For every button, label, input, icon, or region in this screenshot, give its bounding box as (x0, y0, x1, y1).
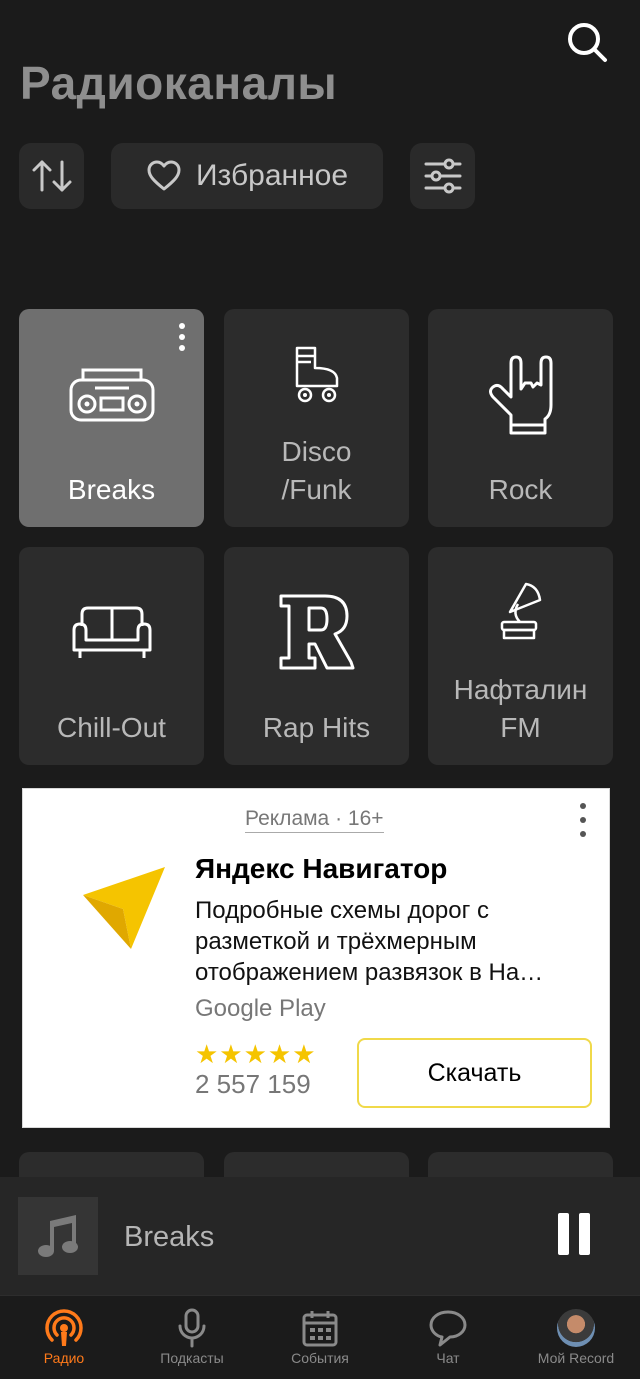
search-icon (568, 23, 607, 62)
page-title: Радиоканалы (20, 57, 338, 109)
ad-banner[interactable]: Реклама · 16+ Яндекс Навигатор Подробные… (22, 788, 610, 1128)
now-playing-title: Breaks (124, 1221, 215, 1253)
station-tile-rock[interactable]: Rock (428, 309, 613, 527)
favorites-button[interactable]: Избранное (111, 143, 383, 209)
station-label: Chill-Out (57, 712, 166, 743)
radio-icon (45, 1309, 83, 1346)
nav-item-podcasts[interactable]: Подкасты (128, 1296, 256, 1379)
station-label: Disco /Funk (281, 436, 352, 505)
ad-source: Google Play (195, 995, 326, 1022)
nav-label: События (291, 1350, 349, 1366)
station-label: Нафталин FM (453, 674, 588, 743)
sort-button[interactable] (19, 143, 84, 209)
station-tile-disco-funk[interactable]: Disco /Funk (224, 309, 409, 527)
download-button[interactable]: Скачать (357, 1038, 592, 1108)
reviews-count: 2 557 159 (195, 1069, 311, 1099)
letter-r-icon (279, 594, 354, 670)
ad-tag: Реклама · 16+ (245, 807, 384, 833)
ad-title: Яндекс Навигатор (195, 853, 448, 884)
sort-arrows-icon (32, 160, 71, 192)
search-button[interactable] (563, 18, 611, 66)
station-tile-naftalin-fm[interactable]: Нафталин FM (428, 547, 613, 765)
nav-item-events[interactable]: События (256, 1296, 384, 1379)
gramophone-icon (500, 582, 541, 640)
station-label: Rock (488, 474, 553, 505)
station-tile-chill-out[interactable]: Chill-Out (19, 547, 204, 765)
favorites-label: Избранное (195, 159, 349, 192)
nav-label: Подкасты (160, 1350, 224, 1366)
music-note-icon (38, 1215, 78, 1257)
navigator-logo (83, 867, 165, 949)
station-tile-rap-hits[interactable]: Rap Hits (224, 547, 409, 765)
bottom-navigation: Радио Подкасты События Чат Мой Record (0, 1295, 640, 1379)
cover-art (18, 1197, 98, 1275)
nav-label: Радио (43, 1350, 85, 1366)
avatar (557, 1309, 595, 1347)
rock-hand-icon (488, 355, 552, 435)
microphone-icon (178, 1308, 206, 1348)
sofa-icon (72, 606, 151, 658)
calendar-icon (302, 1311, 338, 1347)
nav-item-chat[interactable]: Чат (384, 1296, 512, 1379)
mini-player[interactable]: Breaks (0, 1177, 640, 1295)
roller-skate-icon (295, 346, 338, 403)
pause-icon (558, 1213, 569, 1255)
nav-label: Чат (436, 1350, 460, 1366)
heart-icon (147, 160, 181, 191)
nav-label: Мой Record (537, 1350, 615, 1366)
boombox-icon (69, 368, 154, 422)
pause-button[interactable] (548, 1213, 600, 1259)
station-label: Rap Hits (262, 712, 371, 743)
nav-item-my-record[interactable]: Мой Record (512, 1296, 640, 1379)
ad-description: Подробные схемы дорог с разметкой и трёх… (195, 897, 544, 986)
rating-stars: ★★★★★ (195, 1039, 317, 1069)
nav-item-radio[interactable]: Радио (0, 1296, 128, 1379)
chat-icon (429, 1310, 467, 1347)
sliders-icon (424, 158, 461, 194)
filter-button[interactable] (410, 143, 475, 209)
station-label: Breaks (67, 474, 156, 505)
ad-more-options-icon[interactable] (571, 803, 595, 837)
station-tile-breaks[interactable]: Breaks (19, 309, 204, 527)
